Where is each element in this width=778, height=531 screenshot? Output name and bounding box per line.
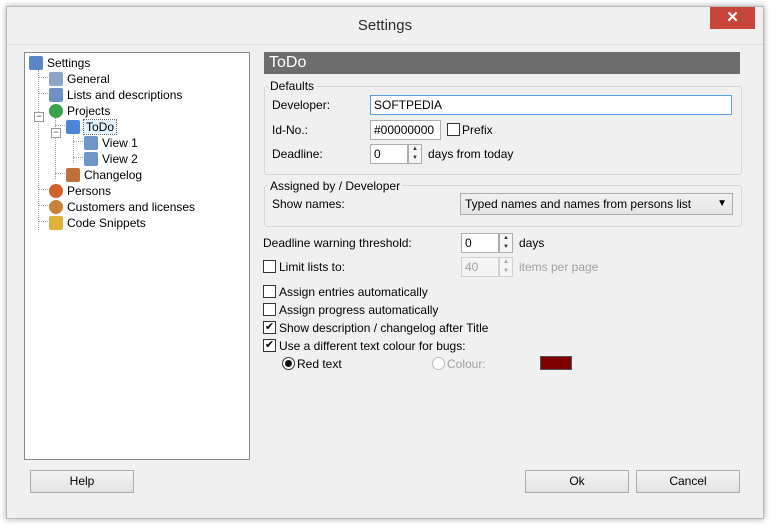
spin-up-icon: ▲	[503, 235, 509, 241]
assign-progress-label: Assign progress automatically	[279, 303, 439, 317]
general-icon	[49, 72, 63, 86]
tree-item-changelog[interactable]: Changelog	[66, 167, 142, 183]
check-icon: ✔	[264, 321, 275, 333]
show-names-select[interactable]: Typed names and names from persons list …	[460, 193, 733, 215]
show-description-checkbox[interactable]: ✔	[263, 321, 276, 334]
title-bar: Settings ✕	[7, 7, 763, 45]
customers-icon	[49, 200, 63, 214]
view-icon	[84, 136, 98, 150]
show-names-label: Show names:	[272, 197, 345, 211]
tree-item-view-1[interactable]: View 1	[84, 135, 138, 151]
threshold-field[interactable]: 0	[461, 233, 499, 253]
view-icon	[84, 152, 98, 166]
tree-item-persons[interactable]: Persons	[49, 183, 111, 199]
deadline-suffix: days from today	[428, 147, 514, 161]
settings-tree[interactable]: − − Settings General Lists and descripti…	[24, 52, 250, 460]
check-icon: ✔	[264, 339, 275, 351]
developer-label: Developer:	[272, 98, 331, 112]
deadline-spinner[interactable]: ▲ ▼	[408, 144, 422, 164]
id-label: Id-No.:	[272, 123, 309, 137]
prefix-label: Prefix	[462, 123, 493, 137]
list-icon	[49, 88, 63, 102]
assign-progress-checkbox[interactable]	[263, 303, 276, 316]
bug-colour-swatch[interactable]	[540, 356, 572, 370]
id-field[interactable]: #00000000	[370, 120, 441, 140]
deadline-label: Deadline:	[272, 147, 323, 161]
changelog-icon	[66, 168, 80, 182]
cancel-button[interactable]: Cancel	[636, 470, 740, 493]
limit-spinner[interactable]: ▲ ▼	[499, 257, 513, 277]
show-description-label: Show description / changelog after Title	[279, 321, 489, 335]
spin-up-icon: ▲	[503, 259, 509, 265]
colour-radio[interactable]	[432, 357, 445, 370]
window-title: Settings	[357, 17, 413, 34]
threshold-spinner[interactable]: ▲ ▼	[499, 233, 513, 253]
close-icon: ✕	[726, 9, 739, 26]
limit-checkbox[interactable]	[263, 260, 276, 273]
projects-icon	[49, 104, 63, 118]
persons-icon	[49, 184, 63, 198]
settings-window: Settings ✕ − − Settings General Lists an…	[6, 6, 764, 519]
close-button[interactable]: ✕	[710, 7, 755, 29]
tree-item-settings[interactable]: Settings	[29, 55, 90, 71]
assigned-legend: Assigned by / Developer	[268, 179, 403, 193]
spin-down-icon: ▼	[503, 268, 509, 274]
spin-down-icon: ▼	[503, 244, 509, 250]
bug-colour-checkbox[interactable]: ✔	[263, 339, 276, 352]
deadline-field[interactable]: 0	[370, 144, 408, 164]
limit-suffix: items per page	[519, 260, 599, 274]
todo-expander[interactable]: −	[51, 128, 61, 138]
red-text-radio[interactable]	[282, 357, 295, 370]
tree-item-lists[interactable]: Lists and descriptions	[49, 87, 182, 103]
limit-field[interactable]: 40	[461, 257, 499, 277]
tree-item-view-2[interactable]: View 2	[84, 151, 138, 167]
developer-field[interactable]: SOFTPEDIA	[370, 95, 732, 115]
todo-icon	[66, 120, 80, 134]
red-text-label: Red text	[297, 357, 342, 371]
tree-item-todo[interactable]: ToDo	[66, 119, 118, 135]
assign-entries-checkbox[interactable]	[263, 285, 276, 298]
ok-button[interactable]: Ok	[525, 470, 629, 493]
colour-label: Colour:	[447, 357, 486, 371]
settings-icon	[29, 56, 43, 70]
projects-expander[interactable]: −	[34, 112, 44, 122]
page-title: ToDo	[264, 52, 740, 74]
assign-entries-label: Assign entries automatically	[279, 285, 428, 299]
prefix-checkbox[interactable]	[447, 123, 460, 136]
threshold-suffix: days	[519, 236, 545, 250]
tree-item-projects[interactable]: Projects	[49, 103, 110, 119]
spin-down-icon: ▼	[412, 155, 418, 161]
tree-item-customers[interactable]: Customers and licenses	[49, 199, 195, 215]
spin-up-icon: ▲	[412, 146, 418, 152]
threshold-label: Deadline warning threshold:	[263, 236, 412, 250]
limit-label: Limit lists to:	[279, 260, 346, 274]
tree-item-general[interactable]: General	[49, 71, 110, 87]
defaults-legend: Defaults	[268, 79, 317, 93]
bug-colour-label: Use a different text colour for bugs:	[279, 339, 466, 353]
snippets-icon	[49, 216, 63, 230]
help-button[interactable]: Help	[30, 470, 134, 493]
tree-item-snippets[interactable]: Code Snippets	[49, 215, 146, 231]
chevron-down-icon: ▼	[717, 198, 727, 209]
